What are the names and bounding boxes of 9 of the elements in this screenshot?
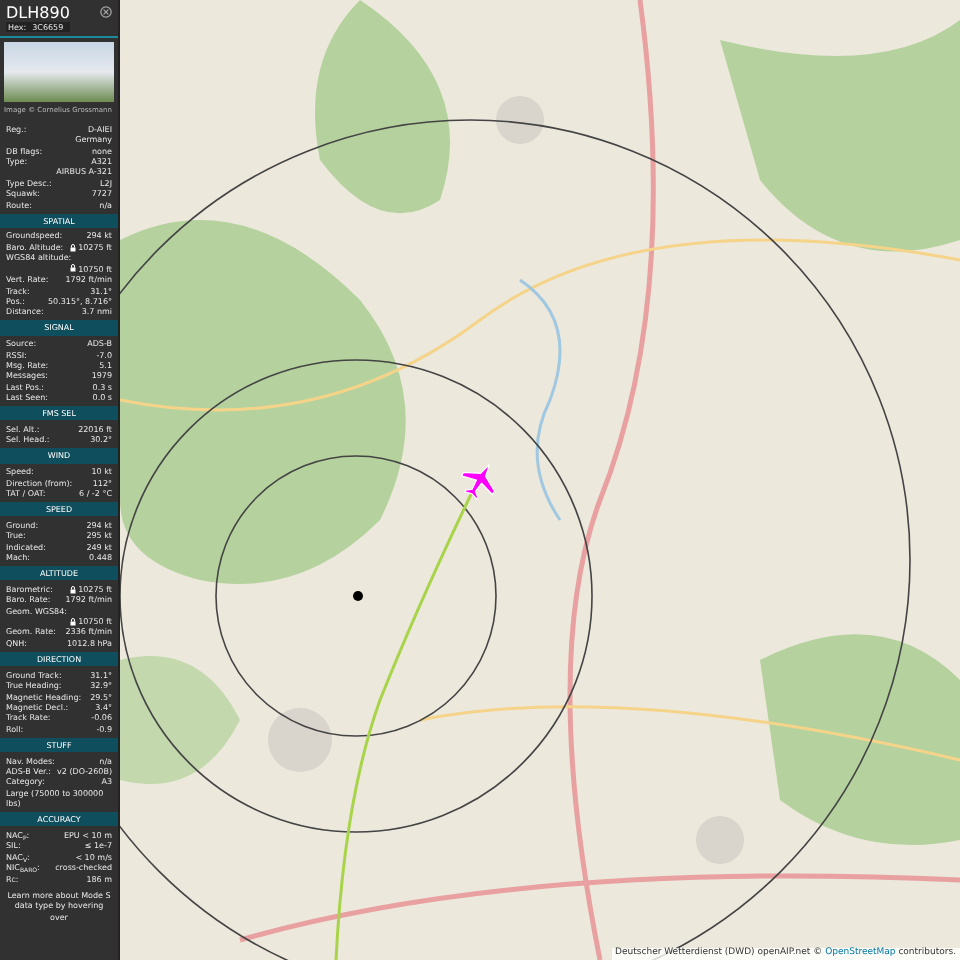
lock-icon [70,617,77,626]
close-icon[interactable] [100,6,112,18]
aircraft-photo [4,42,114,103]
callsign: DLH890 [6,4,70,22]
lock-icon [70,585,77,594]
lock-icon [70,264,77,273]
receiver-dot [353,591,363,601]
lock-icon [70,243,77,252]
airplane-icon[interactable] [460,463,496,501]
